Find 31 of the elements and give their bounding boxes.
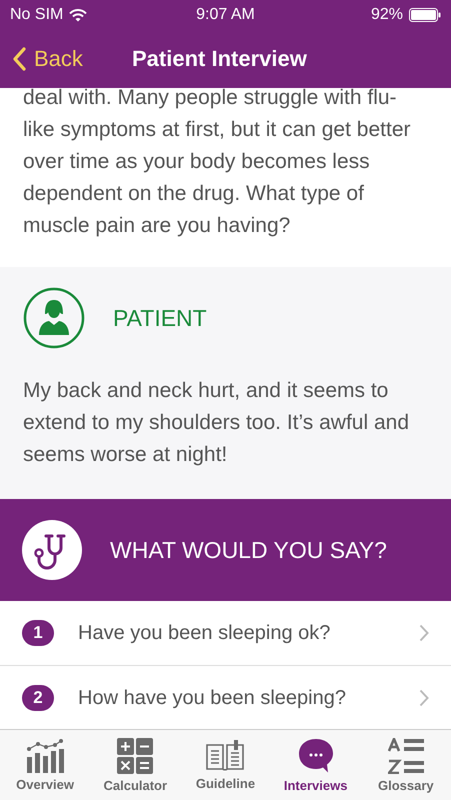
clock-time: 9:07 AM (196, 6, 255, 24)
stethoscope-icon (22, 520, 82, 580)
tab-bar-item[interactable]: Glossary (360, 738, 451, 792)
tab-bar-item[interactable]: Guideline (180, 740, 270, 790)
number-badge: 1 (22, 620, 54, 646)
bar-chart-icon (26, 738, 64, 772)
answer-text: Have you been sleeping ok? (78, 622, 332, 644)
a-to-z-list-icon (388, 738, 424, 774)
book-icon (206, 740, 244, 772)
chevron-left-icon (12, 47, 26, 71)
speaker-label: PATIENT (113, 304, 207, 332)
screen-title: Patient Interview (132, 46, 307, 72)
doctor-message: deal with. Many people struggle with flu-like symptoms at first, but it can get better over time as your body becomes less dependent on the drug. What type of muscle pain are you having? (23, 88, 412, 239)
patient-message: My back and neck hurt, and it seems to extend to my shoulders too. It’s awful and seems worse at night! (23, 378, 410, 468)
battery-percent: 92% (370, 6, 403, 24)
wifi-icon (69, 8, 88, 22)
battery-icon (408, 8, 441, 22)
tab-bar-item[interactable]: Overview (0, 738, 90, 792)
chat-bubble-icon (298, 738, 334, 774)
back-button[interactable]: Back (0, 46, 83, 72)
calculator-icon (117, 738, 154, 774)
number-badge: 2 (22, 685, 54, 711)
chevron-icon (419, 689, 429, 707)
answer-option[interactable]: 1 Have you been sleeping ok? (0, 601, 451, 665)
chevron-icon (419, 624, 429, 642)
tab-bar-item[interactable]: Calculator (90, 738, 180, 792)
carrier-label: No SIM (10, 6, 64, 24)
tab-bar-item[interactable]: Interviews (270, 738, 361, 792)
answer-text: How have you been sleeping? (78, 686, 347, 710)
prompt-title: WHAT WOULD YOU SAY? (110, 536, 387, 564)
patient-avatar-icon (23, 287, 85, 349)
